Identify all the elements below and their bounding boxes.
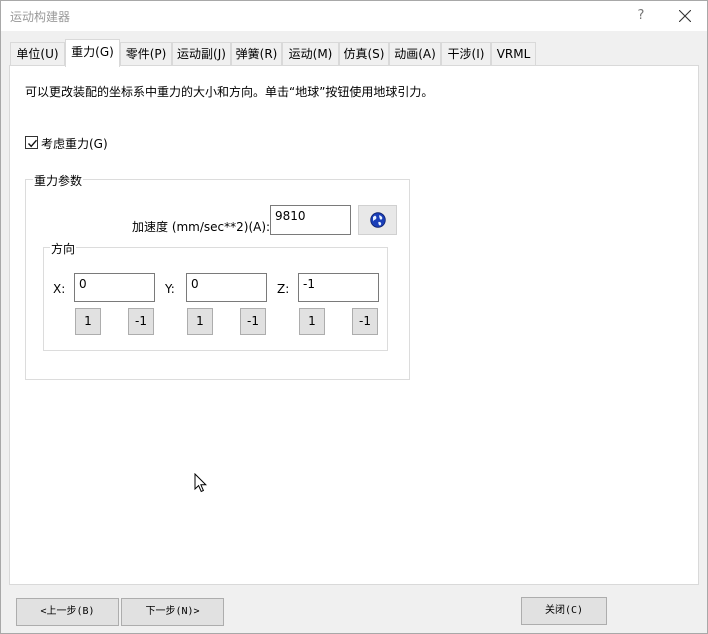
help-button[interactable]: ? (625, 1, 657, 31)
consider-gravity-label: 考虑重力(G) (41, 137, 108, 151)
dialog-window: 运动构建器 ? 单位(U) 重力(G) 零件(P) 运动副(J) 弹簧(R) 运… (0, 0, 708, 634)
x-label: X: (53, 282, 66, 296)
title-bar: 运动构建器 ? (1, 1, 707, 31)
mouse-pointer-icon (194, 473, 207, 493)
next-button[interactable]: 下一步(N)> (121, 598, 224, 626)
gravity-description: 可以更改装配的坐标系中重力的大小和方向。单击“地球”按钮使用地球引力。 (25, 85, 434, 99)
tab-animation[interactable]: 动画(A) (389, 42, 441, 66)
gravity-tab-panel: 可以更改装配的坐标系中重力的大小和方向。单击“地球”按钮使用地球引力。 考虑重力… (9, 65, 699, 585)
z-direction-input[interactable]: -1 (298, 273, 379, 302)
tab-springs[interactable]: 弹簧(R) (231, 42, 282, 66)
checkmark-icon (27, 139, 38, 148)
acceleration-input[interactable]: 9810 (270, 205, 351, 235)
tab-units[interactable]: 单位(U) (10, 42, 65, 66)
tab-motion[interactable]: 运动(M) (282, 42, 339, 66)
tab-parts[interactable]: 零件(P) (120, 42, 172, 66)
prev-button[interactable]: <上一步(B) (16, 598, 119, 626)
close-icon (679, 10, 691, 22)
close-window-button[interactable] (665, 1, 705, 31)
direction-group: 方向 X: 0 1 -1 Y: 0 1 -1 Z: -1 1 -1 (43, 240, 388, 351)
tab-joints[interactable]: 运动副(J) (172, 42, 231, 66)
tab-interference[interactable]: 干涉(I) (441, 42, 491, 66)
gravity-params-group: 重力参数 加速度 (mm/sec**2)(A): 9810 方向 X: 0 1 … (25, 172, 410, 380)
x-plus-one-button[interactable]: 1 (75, 308, 101, 335)
y-label: Y: (165, 282, 175, 296)
z-minus-one-button[interactable]: -1 (352, 308, 378, 335)
acceleration-label: 加速度 (mm/sec**2)(A): (132, 220, 271, 234)
tab-simulation[interactable]: 仿真(S) (339, 42, 389, 66)
earth-gravity-button[interactable] (358, 205, 397, 235)
y-plus-one-button[interactable]: 1 (187, 308, 213, 335)
tab-gravity[interactable]: 重力(G) (65, 39, 120, 67)
y-direction-input[interactable]: 0 (186, 273, 267, 302)
tab-vrml[interactable]: VRML (491, 42, 536, 66)
gravity-params-label: 重力参数 (33, 172, 84, 189)
z-label: Z: (277, 282, 290, 296)
x-direction-input[interactable]: 0 (74, 273, 155, 302)
close-button[interactable]: 关闭(C) (521, 597, 607, 625)
globe-icon (370, 212, 386, 228)
y-minus-one-button[interactable]: -1 (240, 308, 266, 335)
direction-label: 方向 (50, 240, 77, 257)
z-plus-one-button[interactable]: 1 (299, 308, 325, 335)
x-minus-one-button[interactable]: -1 (128, 308, 154, 335)
window-title: 运动构建器 (10, 10, 71, 24)
checkbox-box[interactable] (25, 136, 38, 149)
